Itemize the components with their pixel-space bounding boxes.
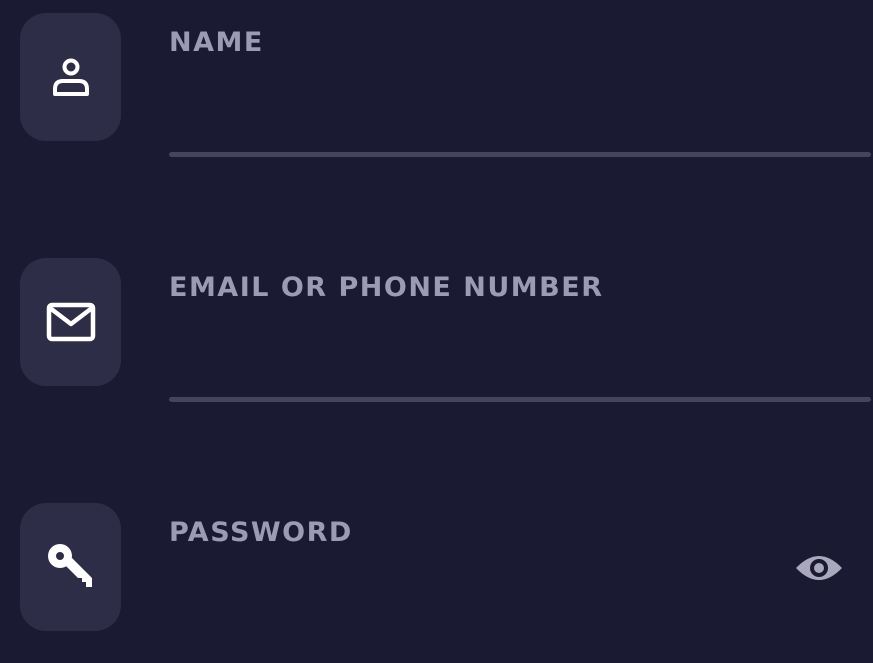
password-input[interactable] (169, 565, 849, 629)
name-field-group: NAME (20, 13, 873, 173)
mail-icon (46, 302, 95, 342)
email-field-group: EMAIL OR PHONE NUMBER (20, 258, 873, 418)
show-password-button[interactable] (791, 548, 847, 588)
name-underline (169, 152, 871, 157)
name-icon-tile (20, 13, 121, 141)
key-icon (47, 544, 92, 587)
name-input[interactable] (169, 75, 849, 139)
email-underline (169, 397, 871, 402)
password-label: PASSWORD (169, 517, 353, 548)
email-input[interactable] (169, 320, 849, 384)
password-icon-tile (20, 503, 121, 631)
email-icon-tile (20, 258, 121, 386)
eye-icon (796, 556, 842, 580)
password-field-group: PASSWORD (20, 503, 873, 663)
signup-form: NAME EMAIL OR PHONE NUMBER PASSWORD (0, 0, 873, 642)
name-label: NAME (169, 27, 264, 58)
email-label: EMAIL OR PHONE NUMBER (169, 272, 604, 303)
person-icon (52, 58, 89, 96)
